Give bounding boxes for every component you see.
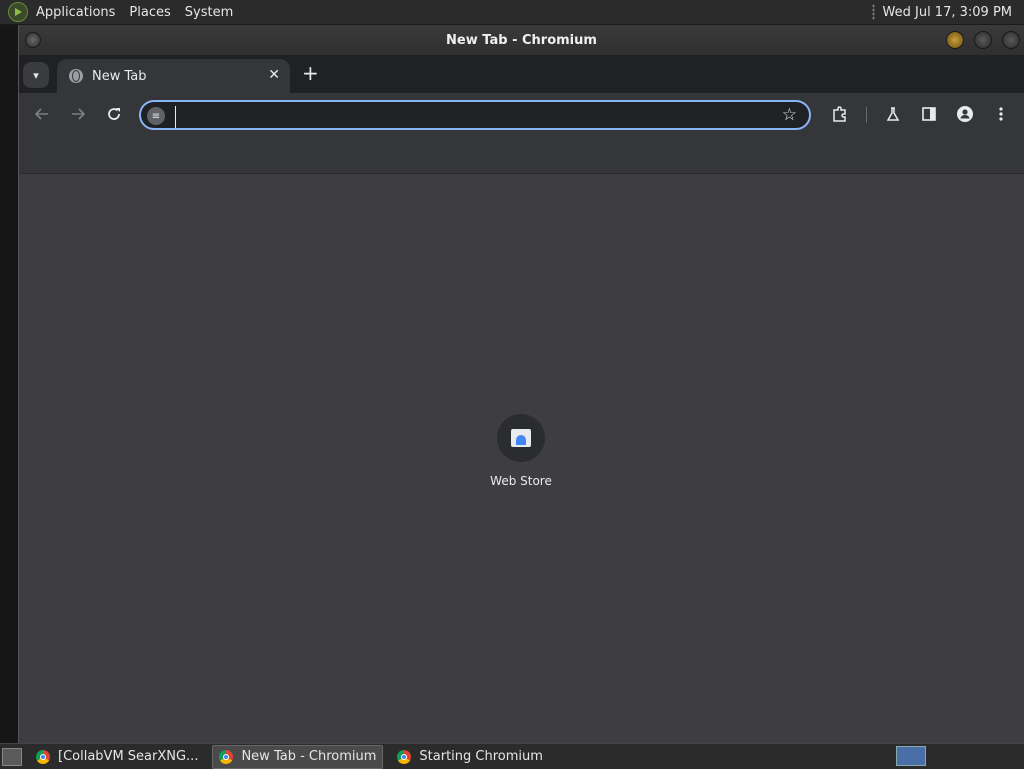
shortcut-web-store[interactable]: Web Store <box>490 414 552 488</box>
shortcut-label: Web Store <box>490 474 552 488</box>
menu-icon[interactable] <box>990 103 1012 125</box>
taskbar-item-label: [CollabVM SearXNG... <box>58 749 199 764</box>
omnibox[interactable]: ≡ ☆ <box>139 100 811 130</box>
workspace-switcher[interactable] <box>896 746 926 766</box>
chromium-icon <box>36 749 50 764</box>
taskbar-item-label: Starting Chromium <box>419 749 543 764</box>
maximize-button[interactable] <box>974 31 992 49</box>
shortcut-tile[interactable] <box>497 414 545 462</box>
taskbar-item-collabvm[interactable]: [CollabVM SearXNG... <box>30 746 204 768</box>
bottom-taskbar: [CollabVM SearXNG... New Tab - Chromium … <box>0 743 1024 769</box>
minimize-button[interactable] <box>946 31 964 49</box>
close-tab-icon[interactable]: ✕ <box>268 67 280 83</box>
bookmark-star-icon[interactable]: ☆ <box>782 105 797 125</box>
taskbar-item-new-tab[interactable]: New Tab - Chromium <box>212 744 384 769</box>
window-titlebar[interactable]: New Tab - Chromium <box>19 25 1024 55</box>
toolbar-divider <box>866 107 867 123</box>
side-panel-icon[interactable] <box>918 103 940 125</box>
new-tab-page: Web Store <box>19 174 1023 743</box>
chromium-icon <box>219 749 234 764</box>
tab-new-tab[interactable]: New Tab ✕ <box>57 59 290 93</box>
close-window-button[interactable] <box>1002 31 1020 49</box>
show-desktop-button[interactable] <box>2 747 22 766</box>
address-input[interactable] <box>175 106 772 128</box>
chromium-icon <box>397 749 412 764</box>
clock[interactable]: Wed Jul 17, 3:09 PM <box>883 5 1012 20</box>
toolbar: ≡ ☆ <box>19 93 1024 137</box>
taskbar-item-label: New Tab - Chromium <box>241 749 377 764</box>
bookmark-bar <box>19 137 1024 174</box>
labs-icon[interactable] <box>882 103 904 125</box>
site-info-icon[interactable]: ≡ <box>147 107 165 125</box>
extensions-icon[interactable] <box>829 103 851 125</box>
chevron-down-icon: ▾ <box>33 68 39 82</box>
tab-label: New Tab <box>92 68 147 84</box>
places-menu[interactable]: Places <box>129 5 170 20</box>
desktop-edge <box>0 25 18 743</box>
tab-search-button[interactable]: ▾ <box>23 62 49 88</box>
tab-strip: ▾ New Tab ✕ + <box>19 55 1024 93</box>
globe-icon <box>69 69 83 83</box>
back-icon[interactable] <box>31 103 53 125</box>
reload-icon[interactable] <box>103 103 125 125</box>
profile-icon[interactable] <box>954 103 976 125</box>
forward-icon[interactable] <box>67 103 89 125</box>
top-panel: Applications Places System Wed Jul 17, 3… <box>0 0 1024 25</box>
distro-logo-icon[interactable] <box>8 2 28 22</box>
new-tab-button[interactable]: + <box>302 63 319 83</box>
web-store-icon <box>511 429 531 447</box>
window-title: New Tab - Chromium <box>446 32 597 48</box>
system-menu[interactable]: System <box>185 5 233 20</box>
window-menu-button[interactable] <box>25 32 41 48</box>
window-controls <box>946 31 1020 49</box>
taskbar-item-starting-chromium[interactable]: Starting Chromium <box>391 746 549 768</box>
applications-menu[interactable]: Applications <box>36 5 115 20</box>
panel-separator <box>871 4 875 20</box>
chromium-window: New Tab - Chromium ▾ New Tab ✕ + ≡ ☆ Web… <box>18 25 1024 743</box>
